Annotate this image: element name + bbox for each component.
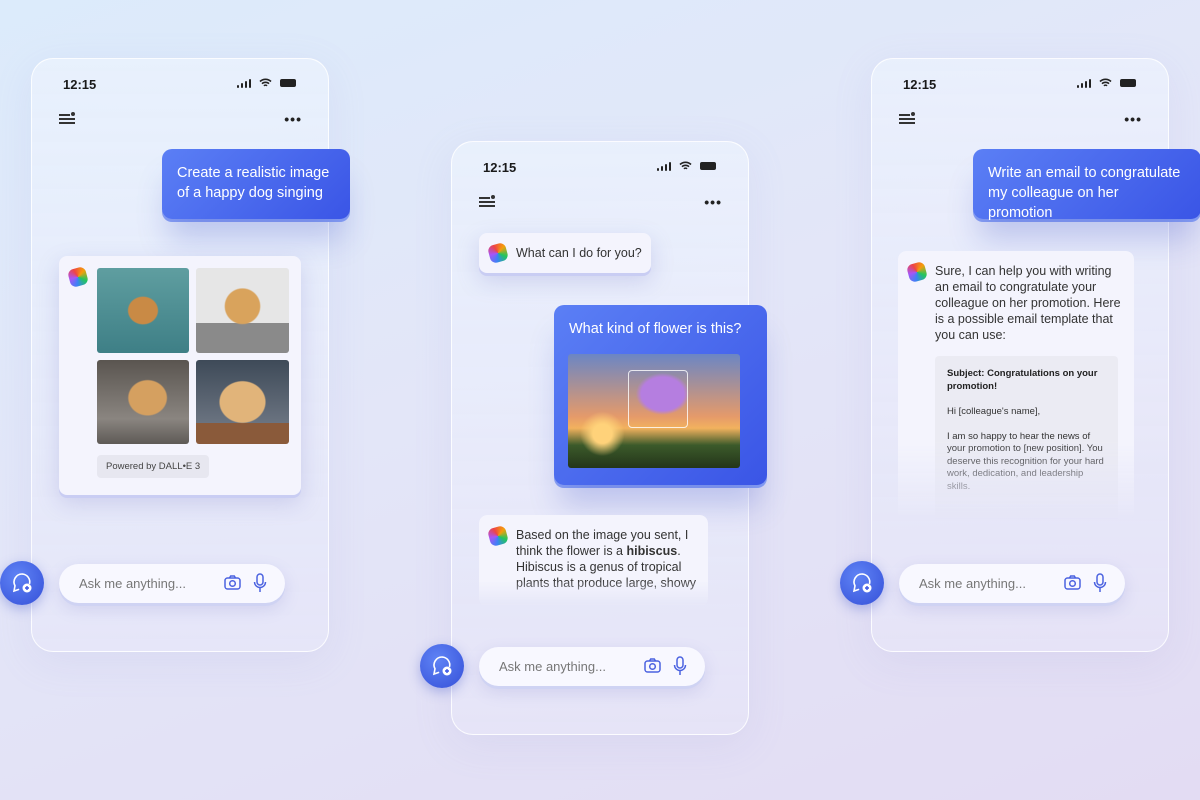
battery-icon: [1120, 79, 1136, 87]
flower-photo[interactable]: [568, 354, 740, 468]
email-body: I am so happy to hear the news of your p…: [947, 430, 1104, 492]
image-result-card: Powered by DALL•E 3: [59, 256, 301, 495]
status-time: 12:15: [63, 77, 97, 92]
menu-icon[interactable]: [899, 112, 915, 125]
signal-icon: [236, 78, 251, 88]
signal-icon: [656, 161, 671, 171]
email-subject: Subject: Congratulations on your promoti…: [947, 368, 1098, 392]
user-message-text: What kind of flower is this?: [569, 321, 742, 337]
chat-input-placeholder: Ask me anything...: [79, 576, 186, 591]
chat-input-placeholder: Ask me anything...: [499, 659, 606, 674]
microphone-icon[interactable]: [1093, 573, 1107, 593]
user-message: Write an email to congratulate my collea…: [973, 149, 1200, 221]
status-icons: [1076, 78, 1136, 88]
email-greeting: Hi [colleague's name],: [947, 405, 1041, 417]
microphone-icon[interactable]: [673, 656, 687, 676]
status-icons: [236, 78, 296, 88]
menu-icon[interactable]: [59, 112, 75, 125]
battery-icon: [280, 79, 296, 87]
copilot-response: Sure, I can help you with writing an ema…: [898, 251, 1134, 526]
phone-image-generation: 12:15 ••• Create a realistic image of a …: [0, 58, 350, 652]
battery-icon: [700, 162, 716, 170]
status-time: 12:15: [483, 160, 517, 175]
response-text: Sure, I can help you with writing an ema…: [935, 264, 1121, 342]
copilot-logo-icon: [905, 260, 929, 284]
user-message: What kind of flower is this?: [554, 305, 767, 485]
status-time: 12:15: [903, 77, 937, 92]
status-icons: [656, 161, 716, 171]
camera-icon[interactable]: [1064, 575, 1081, 590]
phone-email-writing: 12:15 ••• Write an email to congratulate…: [840, 58, 1200, 652]
wifi-icon: [1099, 78, 1112, 87]
chat-input-placeholder: Ask me anything...: [919, 576, 1026, 591]
generated-image[interactable]: [97, 360, 189, 444]
copilot-logo-icon: [486, 524, 510, 548]
new-chat-button[interactable]: [840, 561, 884, 605]
more-options-icon[interactable]: •••: [1124, 111, 1142, 127]
chat-input[interactable]: Ask me anything...: [479, 647, 705, 686]
generated-image[interactable]: [196, 360, 289, 444]
wifi-icon: [679, 161, 692, 170]
generated-image[interactable]: [97, 268, 189, 353]
signal-icon: [1076, 78, 1091, 88]
scan-frame: [628, 370, 688, 428]
email-draft: Subject: Congratulations on your promoti…: [935, 356, 1118, 526]
new-chat-icon: [12, 573, 32, 593]
new-chat-button[interactable]: [0, 561, 44, 605]
chat-input[interactable]: Ask me anything...: [59, 564, 285, 603]
copilot-logo-icon: [66, 265, 90, 289]
more-options-icon[interactable]: •••: [284, 111, 302, 127]
response-text: Based on the image you sent, I think the…: [516, 528, 696, 590]
generated-image[interactable]: [196, 268, 289, 353]
copilot-greeting: What can I do for you?: [479, 233, 651, 273]
new-chat-icon: [852, 573, 872, 593]
phone-visual-search: 12:15 ••• What can I do for you? What ki…: [420, 141, 767, 735]
user-message: Create a realistic image of a happy dog …: [162, 149, 350, 219]
copilot-logo-icon: [486, 241, 510, 265]
copilot-response: Based on the image you sent, I think the…: [479, 515, 708, 607]
new-chat-icon: [432, 656, 452, 676]
new-chat-button[interactable]: [420, 644, 464, 688]
camera-icon[interactable]: [644, 658, 661, 673]
chat-input[interactable]: Ask me anything...: [899, 564, 1125, 603]
more-options-icon[interactable]: •••: [704, 194, 722, 210]
camera-icon[interactable]: [224, 575, 241, 590]
wifi-icon: [259, 78, 272, 87]
powered-by-badge: Powered by DALL•E 3: [97, 455, 210, 478]
menu-icon[interactable]: [479, 195, 495, 208]
microphone-icon[interactable]: [253, 573, 267, 593]
